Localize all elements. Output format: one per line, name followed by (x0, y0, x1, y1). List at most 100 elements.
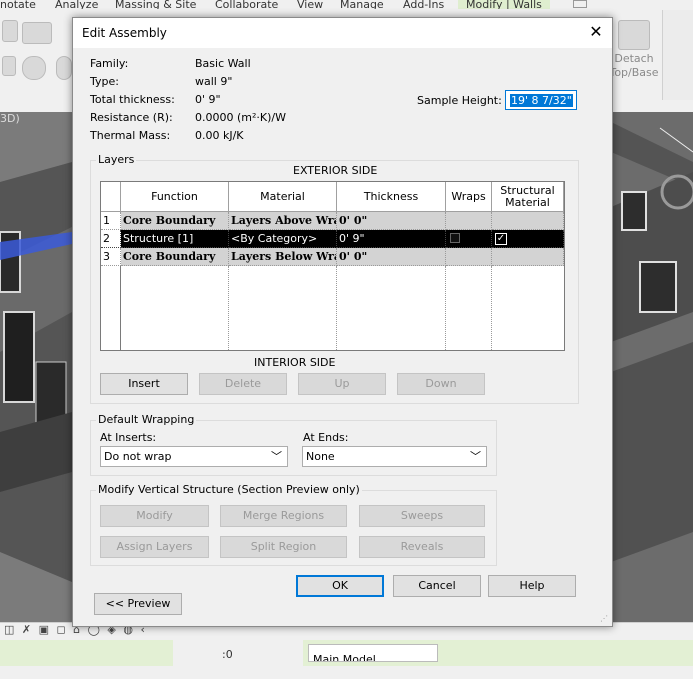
function-cell[interactable]: Core Boundary (121, 212, 229, 230)
structural-cell[interactable] (492, 212, 564, 230)
row-number-header (101, 182, 121, 212)
wraps-cell[interactable] (446, 248, 492, 266)
ribbon-tab-massing[interactable]: Massing & Site (115, 0, 196, 9)
modify-button[interactable]: Modify (100, 505, 209, 527)
empty-column (101, 266, 121, 350)
merge-regions-button[interactable]: Merge Regions (220, 505, 347, 527)
exterior-side-label: EXTERIOR SIDE (293, 164, 378, 177)
resize-grip-icon[interactable]: ⋰ (600, 614, 610, 624)
wraps-cell[interactable] (446, 212, 492, 230)
type-label: Type: (90, 75, 119, 88)
thickness-cell[interactable]: 0' 9" (337, 230, 446, 248)
close-icon[interactable]: ✕ (587, 23, 605, 41)
status-zero: :0 (222, 648, 233, 661)
thermal-mass-label: Thermal Mass: (90, 129, 171, 142)
total-thickness-label: Total thickness: (90, 93, 175, 106)
tool-icon[interactable] (22, 56, 46, 80)
sweeps-button[interactable]: Sweeps (359, 505, 485, 527)
empty-column (446, 266, 492, 350)
function-cell[interactable]: Core Boundary (121, 248, 229, 266)
chevron-down-icon: ﹀ (470, 450, 481, 463)
type-value: wall 9" (195, 75, 233, 88)
layers-table[interactable]: Function Material Thickness Wraps Struct… (100, 181, 565, 351)
status-bar: :0 Main Model (0, 640, 693, 666)
structural-cell[interactable] (492, 248, 564, 266)
ribbon-tab-manage[interactable]: Manage (340, 0, 384, 9)
table-row[interactable]: 1 Core Boundary Layers Above Wra 0' 0" (101, 212, 564, 230)
layers-group-title: Layers (96, 153, 137, 166)
table-row[interactable]: 3 Core Boundary Layers Below Wra 0' 0" (101, 248, 564, 266)
ok-button[interactable]: OK (296, 575, 384, 597)
chevron-down-icon: ﹀ (271, 450, 282, 463)
thickness-cell[interactable]: 0' 0" (337, 212, 446, 230)
default-wrapping-title: Default Wrapping (96, 413, 197, 426)
structural-cell[interactable]: ✓ (492, 230, 564, 248)
tool-icon[interactable] (56, 56, 72, 80)
detach-top-base-label[interactable]: Top/Base (606, 66, 662, 80)
edit-assembly-dialog: Edit Assembly ✕ Family: Basic Wall Type:… (72, 17, 613, 627)
wraps-cell[interactable] (446, 230, 492, 248)
tool-icon[interactable] (22, 22, 52, 44)
reveals-button[interactable]: Reveals (359, 536, 485, 558)
view-label: 3D) (0, 112, 20, 125)
at-ends-select[interactable]: None ﹀ (302, 446, 487, 467)
material-cell[interactable]: <By Category> (229, 230, 337, 248)
row-number: 2 (101, 230, 121, 248)
total-thickness-value: 0' 9" (195, 93, 221, 106)
table-row[interactable]: 2 Structure [1] <By Category> 0' 9" ✓ (101, 230, 564, 248)
status-segment (173, 640, 303, 666)
thermal-mass-value: 0.00 kJ/K (195, 129, 244, 142)
delete-button[interactable]: Delete (199, 373, 287, 395)
tool-icon[interactable] (2, 20, 18, 42)
sample-height-input[interactable]: 19' 8 7/32" (505, 90, 577, 110)
row-number: 1 (101, 212, 121, 230)
function-header: Function (121, 182, 229, 212)
vertical-structure-title: Modify Vertical Structure (Section Previ… (96, 483, 362, 496)
function-cell[interactable]: Structure [1] (121, 230, 229, 248)
active-model-select[interactable]: Main Model (308, 644, 438, 662)
tool-icon[interactable] (2, 56, 16, 76)
family-label: Family: (90, 57, 129, 70)
ribbon-tab-addins[interactable]: Add-Ins (403, 0, 444, 9)
thickness-header: Thickness (337, 182, 446, 212)
insert-button[interactable]: Insert (100, 373, 188, 395)
detach-icon[interactable] (618, 20, 650, 50)
ribbon-tab-annotate[interactable]: notate (0, 0, 36, 9)
up-button[interactable]: Up (298, 373, 386, 395)
preview-button[interactable]: << Preview (94, 593, 182, 615)
at-inserts-label: At Inserts: (100, 431, 157, 444)
detach-label[interactable]: Detach (608, 52, 660, 66)
ribbon-tab-modify-walls[interactable]: Modify | Walls (458, 0, 550, 9)
at-inserts-select[interactable]: Do not wrap ﹀ (100, 446, 288, 467)
wraps-checkbox[interactable] (450, 233, 460, 243)
row-number: 3 (101, 248, 121, 266)
split-region-button[interactable]: Split Region (220, 536, 347, 558)
ribbon-tab-view[interactable]: View (297, 0, 323, 9)
empty-column (121, 266, 229, 350)
ribbon-options-icon[interactable] (573, 0, 587, 8)
at-ends-label: At Ends: (303, 431, 349, 444)
interior-side-label: INTERIOR SIDE (254, 356, 336, 369)
cancel-button[interactable]: Cancel (393, 575, 481, 597)
family-value: Basic Wall (195, 57, 251, 70)
ribbon-panel (662, 10, 693, 100)
sample-height-label: Sample Height: (417, 94, 502, 107)
wraps-header: Wraps (446, 182, 492, 212)
structural-checkbox[interactable]: ✓ (495, 233, 507, 245)
help-button[interactable]: Help (488, 575, 576, 597)
assign-layers-button[interactable]: Assign Layers (100, 536, 209, 558)
structural-material-header: Structural Material (492, 182, 564, 212)
material-cell[interactable]: Layers Below Wra (229, 248, 337, 266)
dialog-titlebar[interactable]: Edit Assembly ✕ (73, 18, 612, 48)
resistance-value: 0.0000 (m²·K)/W (195, 111, 286, 124)
material-header: Material (229, 182, 337, 212)
empty-column (337, 266, 446, 350)
empty-column (229, 266, 337, 350)
ribbon-tab-analyze[interactable]: Analyze (55, 0, 98, 9)
material-cell[interactable]: Layers Above Wra (229, 212, 337, 230)
down-button[interactable]: Down (397, 373, 485, 395)
dialog-title: Edit Assembly (82, 26, 167, 40)
thickness-cell[interactable]: 0' 0" (337, 248, 446, 266)
resistance-label: Resistance (R): (90, 111, 173, 124)
ribbon-tab-collaborate[interactable]: Collaborate (215, 0, 278, 9)
